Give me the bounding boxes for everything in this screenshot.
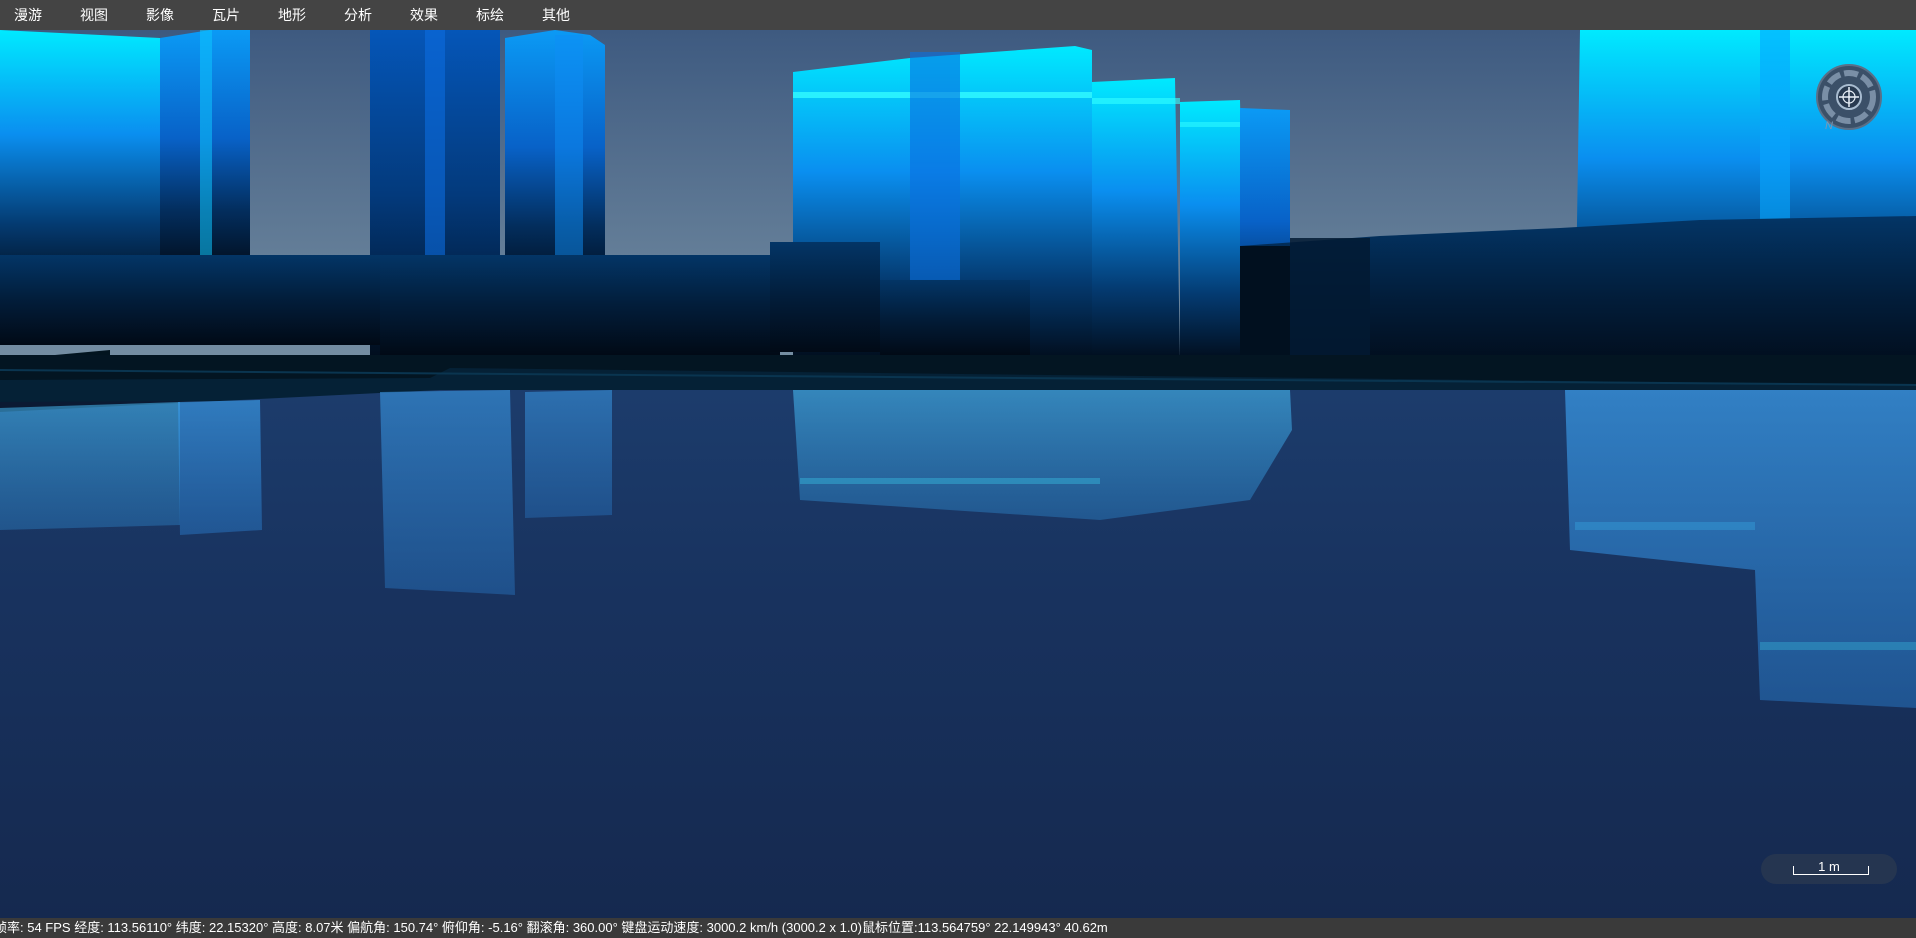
menu-plot[interactable]: 标绘 <box>461 4 519 26</box>
scale-bar <box>1793 866 1869 875</box>
top-menubar: 漫游 视图 影像 瓦片 地形 分析 效果 标绘 其他 <box>0 0 1916 30</box>
menu-roam[interactable]: 漫游 <box>0 4 57 26</box>
menu-view[interactable]: 视图 <box>65 4 123 26</box>
scene-viewport[interactable] <box>0 30 1916 918</box>
menu-other[interactable]: 其他 <box>527 4 585 26</box>
compass-north-label: N <box>1825 120 1833 131</box>
menu-tiles[interactable]: 瓦片 <box>197 4 255 26</box>
navigation-compass[interactable]: N <box>1815 63 1883 132</box>
menu-effects[interactable]: 效果 <box>395 4 453 26</box>
menu-analysis[interactable]: 分析 <box>329 4 387 26</box>
menu-imagery[interactable]: 影像 <box>131 4 189 26</box>
scene-canvas <box>0 30 1916 918</box>
navigation-compass-icon: N <box>1816 64 1882 132</box>
menu-terrain[interactable]: 地形 <box>263 4 321 26</box>
scale-bar-widget: 1 m <box>1761 854 1897 884</box>
status-text: 帧率: 54 FPS 经度: 113.56110° 纬度: 22.15320° … <box>0 920 1108 935</box>
status-bar: 帧率: 54 FPS 经度: 113.56110° 纬度: 22.15320° … <box>0 918 1916 938</box>
